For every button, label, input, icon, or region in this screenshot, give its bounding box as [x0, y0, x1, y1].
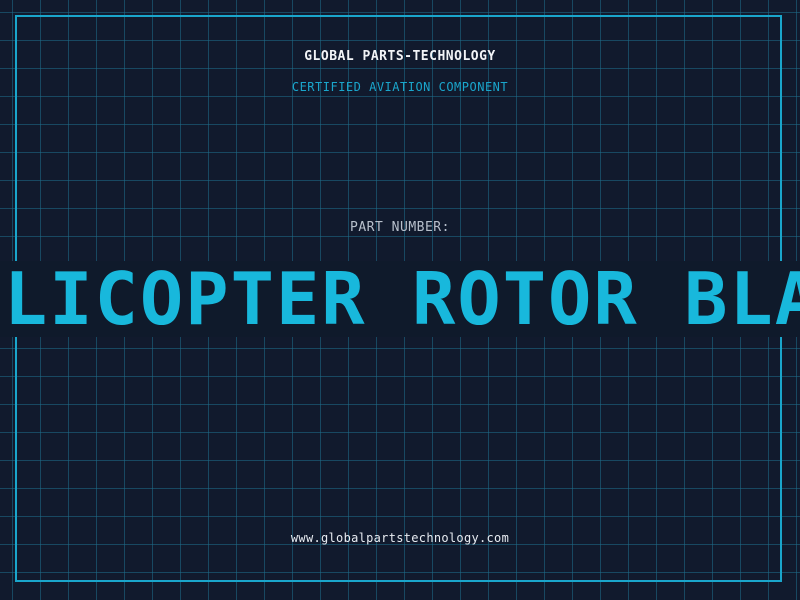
certificate-screen: GLOBAL PARTS-TECHNOLOGY CERTIFIED AVIATI… [0, 0, 800, 600]
certification-subtitle: CERTIFIED AVIATION COMPONENT [291, 80, 509, 94]
part-name-banner: HELICOPTER ROTOR BLADE [0, 261, 800, 337]
part-name: HELICOPTER ROTOR BLADE [0, 261, 800, 337]
brand-title: GLOBAL PARTS-TECHNOLOGY [304, 49, 496, 64]
part-number-label: PART NUMBER: [350, 220, 450, 235]
website-url[interactable]: www.globalpartstechnology.com [0, 531, 800, 545]
